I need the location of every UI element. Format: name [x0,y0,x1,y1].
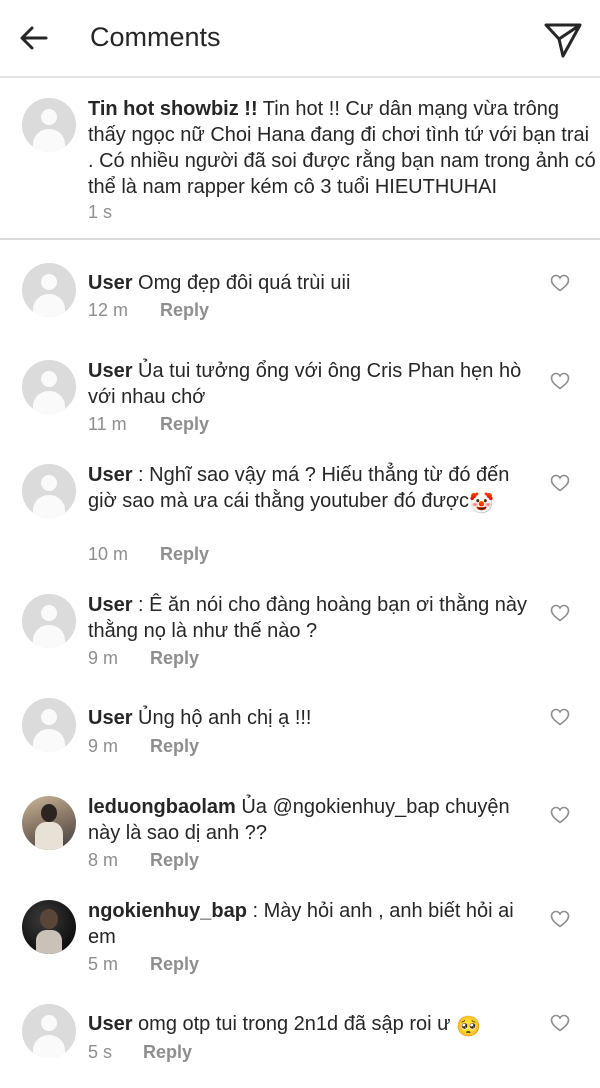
avatar[interactable] [22,796,76,850]
reply-button[interactable]: Reply [150,736,199,757]
send-icon[interactable] [543,20,583,60]
heart-icon[interactable] [550,910,570,928]
heart-icon[interactable] [550,708,570,726]
comment-meta: 11 m [88,414,127,435]
pleading-emoji: 🥺 [456,1016,481,1038]
timestamp: 12 m [88,300,129,320]
heart-icon[interactable] [550,1014,570,1032]
comment-meta: 9 m [88,648,118,669]
avatar[interactable] [22,98,76,152]
comment-text: User omg otp tui trong 2n1d đã sập roi ư… [88,1011,533,1040]
timestamp: 5 s [88,1042,113,1062]
comment-username[interactable]: User [88,464,132,486]
comment-item: User omg otp tui trong 2n1d đã sập roi ư… [0,0,600,1062]
caption-username[interactable]: Tin hot showbiz !! [88,98,258,120]
timestamp: 10 m [88,544,129,564]
timestamp: 1 s [88,202,113,222]
heart-icon[interactable] [550,806,570,824]
comment-text: User : Ê ăn nói cho đàng hoàng bạn ơi th… [88,592,533,644]
heart-icon[interactable] [550,274,570,292]
reply-button[interactable]: Reply [160,300,209,321]
avatar[interactable] [22,1004,76,1058]
avatar[interactable] [22,900,76,954]
comment-meta: 5 s [88,1042,112,1063]
caption-text: Tin hot showbiz !! Tin hot !! Cư dân mạn… [88,96,598,200]
post-caption: Tin hot showbiz !! Tin hot !! Cư dân mạn… [0,78,600,240]
comment-meta: 10 m [88,544,128,565]
heart-icon[interactable] [550,474,570,492]
timestamp: 9 m [88,648,119,668]
comment-text: leduongbaolam Ủa @ngokienhuy_bap chuyện … [88,794,533,846]
reply-button[interactable]: Reply [150,850,199,871]
comment-text: User Omg đẹp đôi quá trùi uii [88,270,533,296]
comment-meta: 12 m [88,300,128,321]
timestamp: 11 m [88,414,127,434]
comment-text: User : Nghĩ sao vậy má ? Hiếu thẳng từ đ… [88,462,533,517]
comment-meta: 9 m [88,736,118,757]
comment-body: Omg đẹp đôi quá trùi uii [132,272,351,294]
avatar[interactable] [22,360,76,414]
avatar[interactable] [22,464,76,518]
reply-button[interactable]: Reply [150,954,199,975]
back-arrow-icon[interactable] [18,22,50,54]
reply-button[interactable]: Reply [160,414,209,435]
page-title: Comments [90,22,221,52]
reply-button[interactable]: Reply [160,544,209,565]
comment-username[interactable]: User [88,1013,132,1035]
comment-username[interactable]: User [88,707,132,729]
reply-button[interactable]: Reply [143,1042,192,1063]
caption-meta: 1 s [88,202,112,223]
comment-text: User Ủa tui tưởng ổng với ông Cris Phan … [88,358,533,410]
clown-emoji: 🤡 [469,493,494,515]
comment-meta: 8 m [88,850,118,871]
comment-body: Ủng hộ anh chị ạ !!! [132,707,312,729]
comment-username[interactable]: User [88,272,132,294]
timestamp: 5 m [88,954,119,974]
avatar[interactable] [22,263,76,317]
reply-button[interactable]: Reply [150,648,199,669]
timestamp: 8 m [88,850,119,870]
avatar[interactable] [22,698,76,752]
comment-username[interactable]: leduongbaolam [88,796,236,818]
timestamp: 9 m [88,736,119,756]
comment-meta: 5 m [88,954,118,975]
heart-icon[interactable] [550,372,570,390]
comment-body: Ủa tui tưởng ổng với ông Cris Phan hẹn h… [88,360,522,408]
comment-body: : Ê ăn nói cho đàng hoàng bạn ơi thằng n… [88,594,528,642]
comment-username[interactable]: User [88,594,132,616]
heart-icon[interactable] [550,604,570,622]
comment-body: omg otp tui trong 2n1d đã sập roi ư [132,1013,457,1035]
comment-username[interactable]: ngokienhuy_bap [88,900,247,922]
comment-text: ngokienhuy_bap : Mày hỏi anh , anh biết … [88,898,533,950]
comment-body: : Nghĩ sao vậy má ? Hiếu thẳng từ đó đến… [88,464,510,512]
avatar[interactable] [22,594,76,648]
comment-username[interactable]: User [88,360,132,382]
comment-text: User Ủng hộ anh chị ạ !!! [88,705,533,731]
